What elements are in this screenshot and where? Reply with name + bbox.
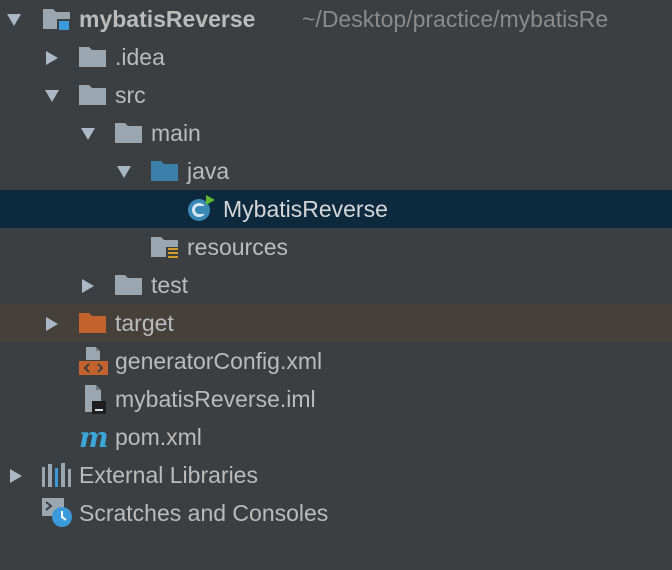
xml-file-icon [78, 346, 110, 376]
external-libraries-label: External Libraries [79, 462, 258, 488]
source-folder-icon [150, 159, 180, 183]
folder-icon [78, 45, 108, 69]
pom-label: pom.xml [115, 424, 202, 450]
tree-row-pom[interactable]: m pom.xml [0, 418, 672, 456]
expand-arrow-icon[interactable] [79, 125, 97, 143]
src-label: src [115, 82, 146, 108]
root-path: ~/Desktop/practice/mybatisRe [302, 6, 609, 32]
resources-folder-icon [150, 235, 180, 260]
project-tree: mybatisReverse ~/Desktop/practice/mybati… [0, 0, 672, 532]
tree-row-target[interactable]: target [0, 304, 672, 342]
excluded-folder-icon [78, 311, 108, 335]
target-label: target [115, 310, 174, 336]
scratches-label: Scratches and Consoles [79, 500, 329, 526]
tree-row-iml-file[interactable]: mybatisReverse.iml [0, 380, 672, 418]
tree-row-generator-config[interactable]: generatorConfig.xml [0, 342, 672, 380]
java-label: java [187, 158, 230, 184]
root-label: mybatisReverse [79, 6, 256, 32]
folder-icon [114, 121, 144, 145]
generator-config-label: generatorConfig.xml [115, 348, 323, 374]
collapse-arrow-icon[interactable] [79, 277, 97, 295]
mybatis-reverse-label: MybatisReverse [223, 196, 388, 222]
iml-file-icon [82, 384, 110, 414]
scratches-icon [41, 497, 75, 529]
tree-row-java[interactable]: java [0, 152, 672, 190]
resources-label: resources [187, 234, 288, 260]
iml-file-label: mybatisReverse.iml [115, 386, 316, 412]
tree-row-test[interactable]: test [0, 266, 672, 304]
collapse-arrow-icon[interactable] [7, 467, 25, 485]
collapse-arrow-icon[interactable] [43, 315, 61, 333]
maven-icon: m [79, 421, 109, 454]
java-class-icon [186, 195, 216, 221]
tree-row-resources[interactable]: resources [0, 228, 672, 266]
folder-icon [114, 273, 144, 297]
tree-row-mybatis-reverse-class[interactable]: MybatisReverse [0, 190, 672, 228]
tree-row-root[interactable]: mybatisReverse ~/Desktop/practice/mybati… [0, 0, 672, 38]
expand-arrow-icon[interactable] [5, 11, 23, 29]
tree-row-external-libraries[interactable]: External Libraries [0, 456, 672, 494]
folder-icon [78, 83, 108, 107]
tree-row-scratches[interactable]: Scratches and Consoles [0, 494, 672, 532]
module-folder-icon [42, 7, 72, 31]
libraries-icon [41, 461, 73, 489]
tree-row-src[interactable]: src [0, 76, 672, 114]
expand-arrow-icon[interactable] [43, 87, 61, 105]
expand-arrow-icon[interactable] [115, 163, 133, 181]
collapse-arrow-icon[interactable] [43, 49, 61, 67]
tree-row-idea[interactable]: .idea [0, 38, 672, 76]
svg-text:m: m [79, 421, 109, 454]
test-label: test [151, 272, 189, 298]
idea-label: .idea [115, 44, 165, 70]
tree-row-main[interactable]: main [0, 114, 672, 152]
main-label: main [151, 120, 201, 146]
